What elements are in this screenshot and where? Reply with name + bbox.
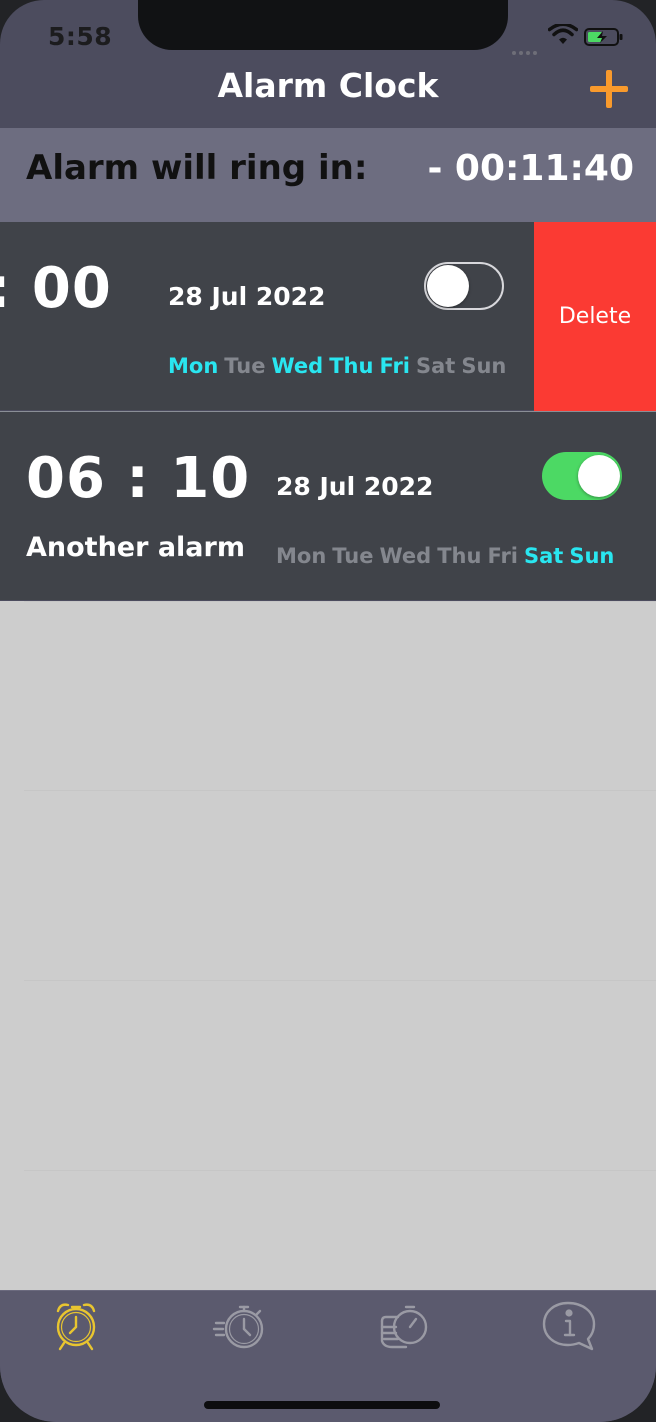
timer-hand-icon — [380, 1305, 428, 1349]
day-thu: Thu — [437, 544, 482, 568]
day-sun: Sun — [569, 544, 615, 568]
row-separator — [24, 601, 656, 602]
tab-info[interactable] — [540, 1297, 600, 1353]
app-screen: 5:58 Alarm Clock Alarm will ring in: - 0… — [0, 0, 656, 1422]
cellular-signal-icon — [512, 40, 540, 59]
day-wed: Wed — [271, 354, 324, 378]
day-fri: Fri — [487, 544, 518, 568]
alarm-date: 28 Jul 2022 — [276, 472, 434, 501]
alarm-toggle[interactable] — [542, 452, 622, 500]
home-indicator[interactable] — [204, 1401, 440, 1409]
tab-timer[interactable] — [376, 1297, 436, 1353]
delete-button[interactable]: Delete — [534, 222, 656, 411]
tab-alarm[interactable] — [46, 1297, 106, 1353]
day-wed: Wed — [379, 544, 432, 568]
day-sat: Sat — [416, 354, 456, 378]
day-fri: Fri — [379, 354, 410, 378]
weekday-list: Mon Tue Wed Thu Fri Sat Sun — [168, 354, 512, 378]
day-tue: Tue — [224, 354, 266, 378]
info-bubble-icon — [542, 1301, 596, 1351]
page-title: Alarm Clock — [217, 66, 439, 105]
battery-charging-icon — [584, 28, 623, 46]
empty-table-area — [0, 601, 656, 1290]
row-separator — [24, 790, 656, 791]
add-alarm-button[interactable] — [586, 68, 632, 114]
countdown-banner: Alarm will ring in: - 00:11:40 — [0, 128, 656, 222]
status-bar: 5:58 — [0, 0, 656, 60]
day-mon: Mon — [168, 354, 219, 378]
day-thu: Thu — [329, 354, 374, 378]
alarm-clock-icon — [56, 1303, 96, 1351]
row-separator — [24, 1170, 656, 1171]
navigation-bar: Alarm Clock — [0, 60, 656, 128]
alarm-time: : 00 — [0, 256, 112, 321]
day-mon: Mon — [276, 544, 327, 568]
status-time: 5:58 — [48, 22, 113, 51]
day-tue: Tue — [332, 544, 374, 568]
alarm-toggle[interactable] — [424, 262, 504, 310]
tab-stopwatch[interactable] — [212, 1297, 272, 1353]
row-separator — [24, 980, 656, 981]
toggle-knob — [578, 455, 620, 497]
alarm-date: 28 Jul 2022 — [168, 282, 326, 311]
countdown-value: - 00:11:40 — [427, 148, 634, 189]
toggle-knob — [427, 265, 469, 307]
day-sat: Sat — [524, 544, 564, 568]
countdown-label: Alarm will ring in: — [26, 148, 368, 188]
alarm-time: 06 : 10 — [26, 446, 251, 511]
alarm-label: Another alarm — [26, 532, 245, 563]
alarm-row[interactable]: 06 : 10 28 Jul 2022 Another alarm Mon Tue… — [0, 412, 656, 600]
stopwatch-icon — [212, 1305, 264, 1349]
day-sun: Sun — [461, 354, 507, 378]
device-notch — [138, 0, 508, 50]
wifi-icon — [548, 24, 578, 44]
weekday-list: Mon Tue Wed Thu Fri Sat Sun — [276, 544, 620, 568]
